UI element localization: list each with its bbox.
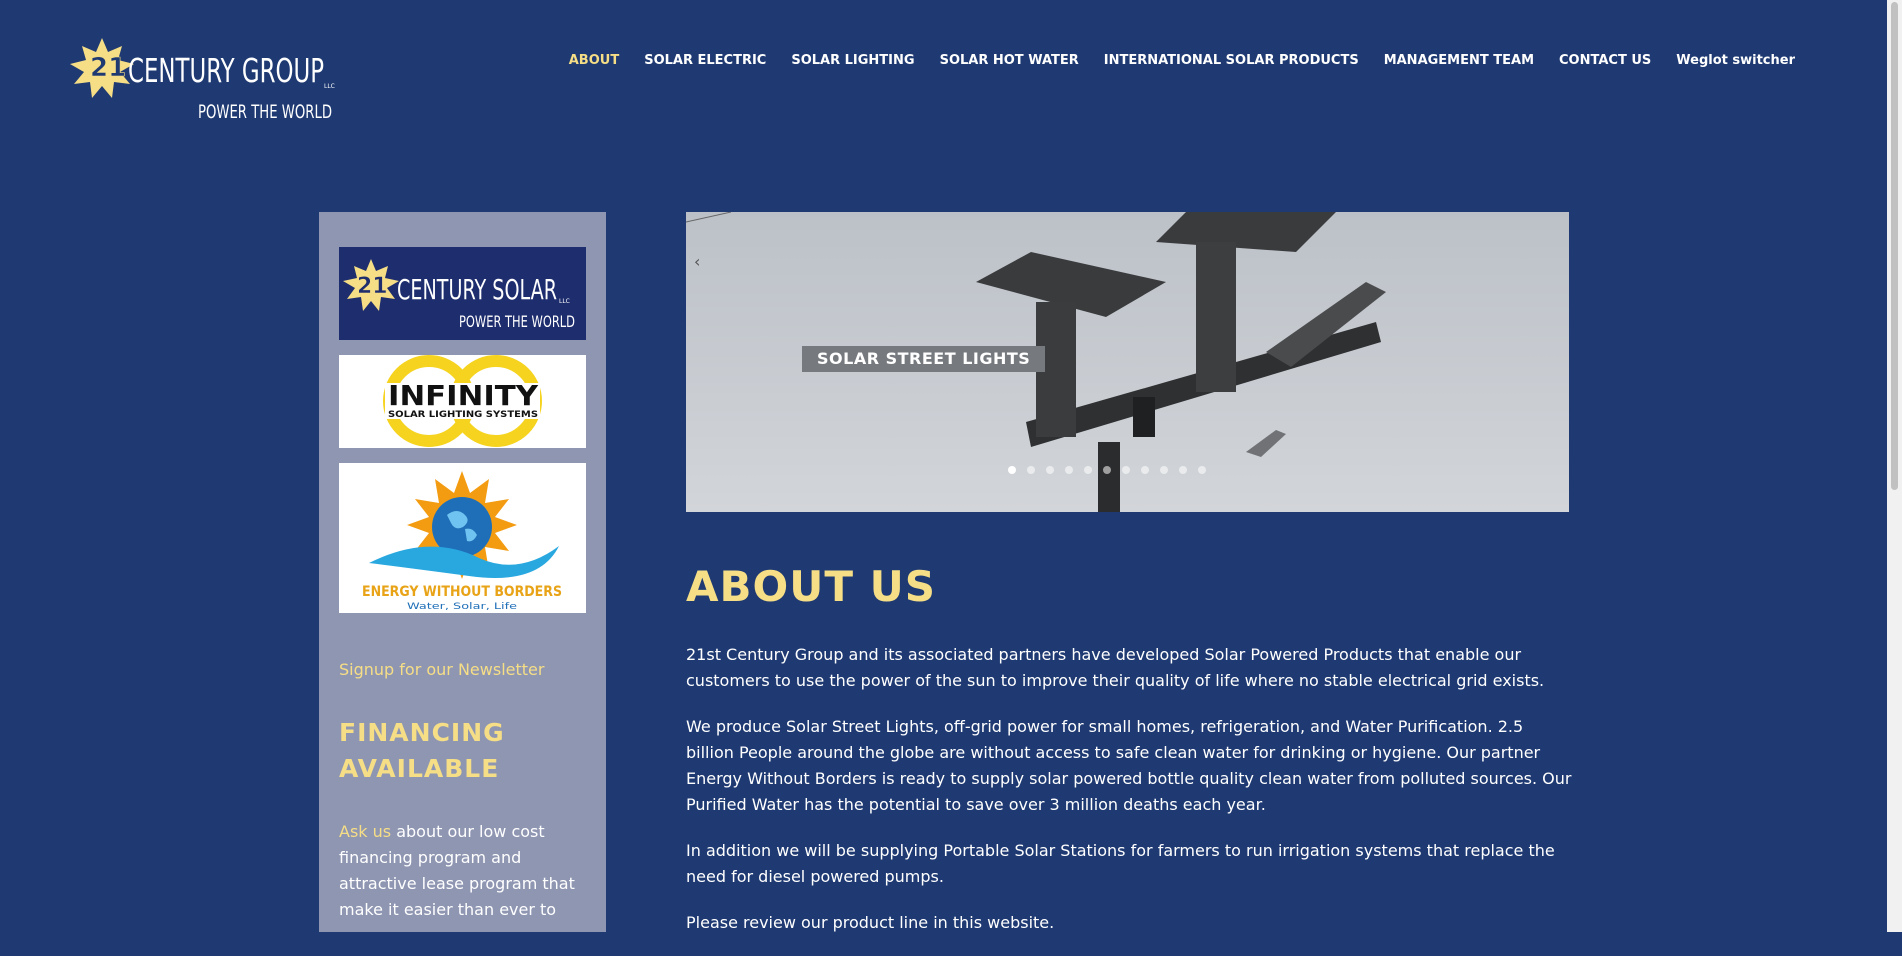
svg-text:INFINITY: INFINITY [388, 379, 539, 412]
site-logo[interactable]: 21 CENTURY GROUP LLC POWER THE WORLD [70, 38, 335, 126]
language-switcher[interactable]: Weglot switcher [1676, 53, 1795, 68]
scrollbar-thumb[interactable] [1891, 2, 1898, 490]
about-content: 21st Century Group and its associated pa… [686, 642, 1576, 956]
slider-dot[interactable] [1160, 466, 1168, 474]
nav-solar-lighting[interactable]: SOLAR LIGHTING [791, 53, 914, 68]
svg-text:ENERGY WITHOUT BORDERS: ENERGY WITHOUT BORDERS [362, 584, 562, 600]
slider-dots [1008, 466, 1206, 474]
slider-dot[interactable] [1198, 466, 1206, 474]
nav-contact-us[interactable]: CONTACT US [1559, 53, 1651, 68]
slider-dot[interactable] [1046, 466, 1054, 474]
slider-dot[interactable] [1179, 466, 1187, 474]
slider-dot[interactable] [1122, 466, 1130, 474]
slider-dot[interactable] [1141, 466, 1149, 474]
svg-text:LLC: LLC [324, 83, 335, 90]
page-title: ABOUT US [686, 562, 936, 611]
ask-us-link[interactable]: Ask us [339, 822, 391, 841]
svg-text:Water, Solar, Life: Water, Solar, Life [407, 602, 518, 612]
slider-dot[interactable] [1065, 466, 1073, 474]
image-slider[interactable]: ‹ SOLAR STREET LIGHTS [686, 212, 1569, 512]
century-solar-logo[interactable]: 21 CENTURY SOLAR LLC POWER THE WORLD [339, 247, 586, 340]
svg-text:21: 21 [90, 53, 126, 83]
slider-dot[interactable] [1084, 466, 1092, 474]
svg-text:SOLAR LIGHTING SYSTEMS: SOLAR LIGHTING SYSTEMS [388, 410, 538, 420]
about-paragraph: 21st Century Group and its associated pa… [686, 645, 1545, 690]
nav-solar-hot-water[interactable]: SOLAR HOT WATER [940, 53, 1079, 68]
infinity-solar-logo[interactable]: INFINITY SOLAR LIGHTING SYSTEMS [339, 355, 586, 448]
nav-about[interactable]: ABOUT [569, 53, 619, 68]
financing-text: Ask us about our low cost financing prog… [339, 819, 589, 932]
svg-text:21: 21 [357, 274, 388, 299]
slider-dot[interactable] [1027, 466, 1035, 474]
main-nav: ABOUT SOLAR ELECTRIC SOLAR LIGHTING SOLA… [569, 53, 1795, 68]
energy-without-borders-logo[interactable]: ENERGY WITHOUT BORDERS Water, Solar, Lif… [339, 463, 586, 613]
financing-heading: FINANCING AVAILABLE [339, 718, 505, 783]
slide-caption: SOLAR STREET LIGHTS [802, 346, 1046, 372]
about-paragraph: Please review our product line in this w… [686, 913, 1055, 932]
about-paragraph: In addition we will be supplying Portabl… [686, 841, 1555, 886]
svg-text:CENTURY SOLAR: CENTURY SOLAR [397, 273, 557, 306]
svg-text:POWER THE WORLD: POWER THE WORLD [459, 312, 575, 331]
about-paragraph: We produce Solar Street Lights, off-grid… [686, 717, 1572, 814]
slider-dot[interactable] [1008, 466, 1016, 474]
newsletter-signup-link[interactable]: Signup for our Newsletter [339, 660, 544, 679]
nav-international-solar-products[interactable]: INTERNATIONAL SOLAR PRODUCTS [1104, 53, 1359, 68]
slider-dot[interactable] [1103, 466, 1111, 474]
svg-text:POWER THE WORLD: POWER THE WORLD [198, 101, 332, 123]
slider-prev-arrow[interactable]: ‹ [694, 252, 714, 272]
svg-text:LLC: LLC [559, 298, 570, 305]
svg-text:CENTURY GROUP: CENTURY GROUP [128, 51, 324, 90]
nav-solar-electric[interactable]: SOLAR ELECTRIC [644, 53, 766, 68]
sidebar: 21 CENTURY SOLAR LLC POWER THE WORLD INF… [319, 212, 606, 932]
nav-management-team[interactable]: MANAGEMENT TEAM [1384, 53, 1534, 68]
page-scrollbar[interactable] [1887, 0, 1902, 932]
